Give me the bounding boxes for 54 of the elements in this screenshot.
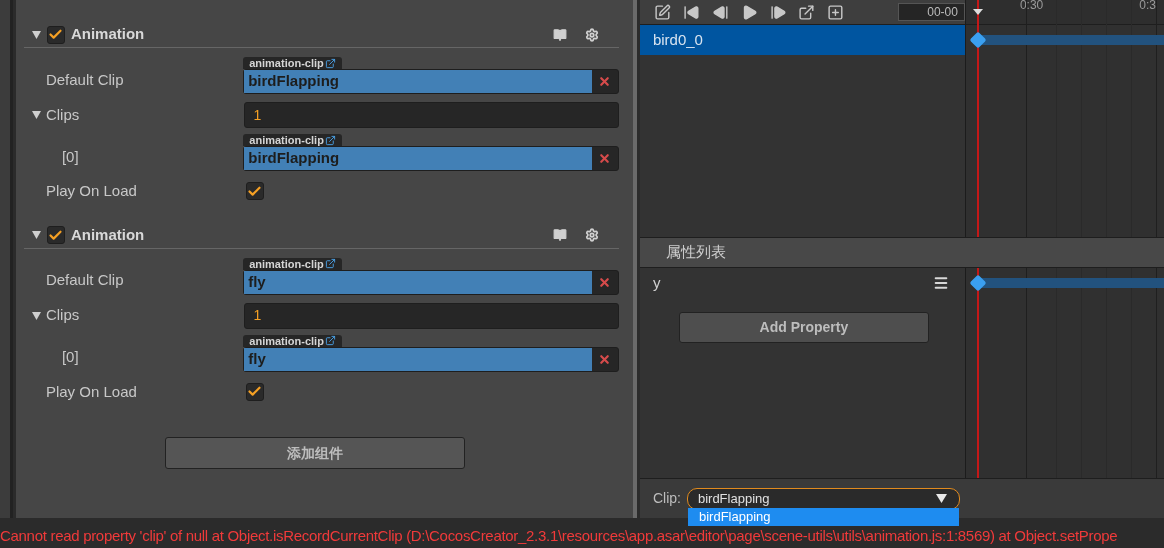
asset-type-tag: animation-clip: [243, 257, 342, 270]
external-link-icon[interactable]: [798, 3, 816, 21]
property-label: Default Clip: [44, 270, 125, 290]
checkbox[interactable]: [46, 25, 65, 44]
caret-icon[interactable]: [31, 311, 41, 320]
caret-icon[interactable]: [31, 30, 41, 39]
number-field[interactable]: 1: [244, 302, 619, 329]
edit-icon[interactable]: [653, 3, 671, 21]
book-icon[interactable]: [552, 228, 567, 242]
caret-icon[interactable]: [31, 111, 41, 119]
node-row[interactable]: bird0_0: [639, 25, 965, 55]
property-label: Play On Load: [44, 381, 138, 402]
step-back-icon[interactable]: [711, 3, 729, 21]
add-icon[interactable]: [827, 3, 845, 21]
external-link-icon[interactable]: [324, 258, 336, 269]
checkbox[interactable]: [245, 382, 264, 401]
asset-type-tag: animation-clip: [243, 57, 342, 69]
ruler-label: 0:3: [1139, 0, 1156, 10]
property-name: y: [652, 272, 662, 293]
skip-back-icon[interactable]: [682, 3, 700, 21]
settings-icon[interactable]: [584, 228, 599, 242]
caret-icon[interactable]: [31, 231, 41, 239]
clip-select[interactable]: birdFlapping: [686, 487, 960, 510]
ruler-label: 0:30: [1019, 0, 1044, 10]
error-message: Cannot read property 'clip' of null at Object.isRecordCurrentClip (D:\CocosCreator_2.3.1\resources\app.asar\editor\page\scene-utils\utils\animation.js:1:8569) at Object.setPrope: [0, 525, 1118, 546]
external-link-icon[interactable]: [324, 134, 336, 146]
external-link-icon[interactable]: [324, 335, 336, 346]
dropdown-arrow-icon: [935, 494, 947, 503]
section-title: 属性列表: [665, 242, 726, 263]
check-icon: [48, 27, 64, 42]
property-label: Clips: [45, 305, 80, 326]
time-field[interactable]: 00-00: [898, 3, 965, 21]
external-link-icon[interactable]: [324, 57, 336, 69]
add-component-button[interactable]: 添加组件: [165, 437, 466, 469]
property-label: Default Clip: [44, 69, 125, 90]
book-icon[interactable]: [552, 27, 567, 42]
add-property-button[interactable]: Add Property: [678, 312, 929, 343]
property-label: Play On Load: [44, 181, 138, 201]
property-label: [0]: [60, 347, 80, 367]
component-title: Animation: [70, 224, 146, 245]
menu-icon[interactable]: [932, 275, 949, 291]
property-label: Clips: [45, 104, 80, 125]
checkbox[interactable]: [245, 182, 264, 201]
component-title: Animation: [70, 24, 146, 45]
settings-icon[interactable]: [584, 27, 599, 42]
property-label: [0]: [60, 146, 80, 167]
asset-type-tag: animation-clip: [243, 334, 342, 347]
asset-type-tag: animation-clip: [243, 134, 342, 146]
playhead-marker[interactable]: [972, 9, 983, 15]
dropdown-option[interactable]: birdFlapping: [688, 508, 959, 526]
step-forward-icon[interactable]: [769, 3, 787, 21]
number-field[interactable]: 1: [244, 102, 619, 128]
checkbox[interactable]: [46, 226, 65, 244]
clip-label: Clip:: [652, 489, 681, 508]
